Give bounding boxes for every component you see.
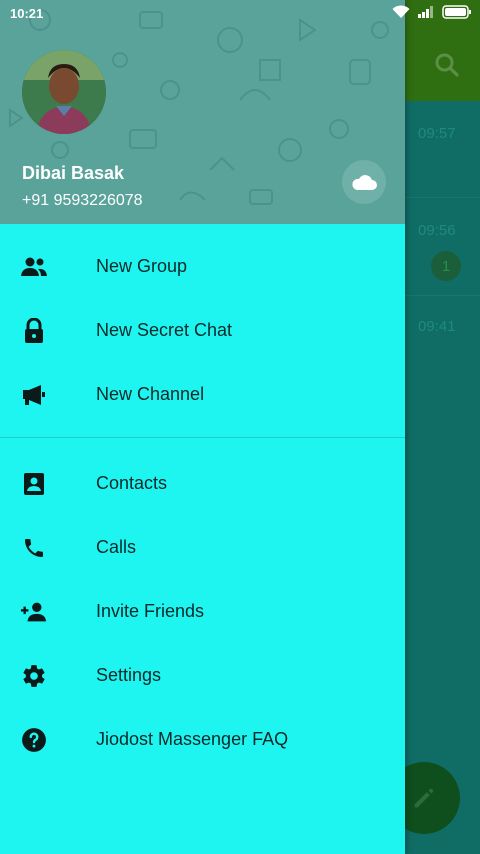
gear-icon — [20, 664, 48, 688]
status-bar: 10:21 — [0, 0, 480, 26]
navigation-drawer: Dibai Basak +91 9593226078 New Group New… — [0, 0, 405, 854]
menu-item-contacts[interactable]: Contacts — [0, 452, 405, 516]
phone-icon — [20, 536, 48, 560]
user-name: Dibai Basak — [22, 163, 125, 183]
drawer-menu: New Group New Secret Chat New Channel Co… — [0, 235, 405, 772]
menu-item-label: Contacts — [96, 473, 168, 493]
add-person-icon — [20, 600, 48, 624]
contacts-icon — [20, 472, 48, 496]
search-icon[interactable] — [432, 50, 462, 80]
menu-item-label: New Secret Chat — [96, 320, 233, 340]
menu-item-calls[interactable]: Calls — [0, 516, 405, 580]
menu-item-label: New Channel — [96, 384, 205, 404]
chat-time: 09:57 — [418, 125, 456, 142]
menu-item-new-group[interactable]: New Group — [0, 235, 405, 299]
signal-icon — [418, 6, 434, 21]
status-time: 10:21 — [10, 6, 44, 21]
menu-item-label: New Group — [96, 256, 188, 276]
group-icon — [20, 255, 48, 279]
megaphone-icon — [20, 383, 48, 407]
chat-time: 09:56 — [418, 222, 456, 239]
menu-item-new-channel[interactable]: New Channel — [0, 363, 405, 427]
chat-time: 09:41 — [418, 318, 456, 335]
drawer-header: Dibai Basak +91 9593226078 — [0, 0, 405, 224]
user-phone: +91 9593226078 — [22, 192, 143, 209]
menu-item-label: Invite Friends — [96, 601, 205, 621]
menu-item-label: Calls — [96, 537, 137, 557]
saved-messages-button[interactable] — [342, 160, 386, 204]
menu-divider — [0, 437, 405, 438]
wifi-icon — [392, 5, 410, 22]
help-icon — [20, 728, 48, 752]
unread-badge: 1 — [431, 251, 461, 281]
menu-item-new-secret-chat[interactable]: New Secret Chat — [0, 299, 405, 363]
chat-divider — [405, 295, 480, 296]
lock-icon — [20, 318, 48, 343]
menu-item-label: Jiodost Massenger FAQ — [96, 729, 289, 749]
battery-icon — [442, 5, 472, 22]
menu-item-invite-friends[interactable]: Invite Friends — [0, 580, 405, 644]
menu-item-faq[interactable]: Jiodost Massenger FAQ — [0, 708, 405, 772]
chat-divider — [405, 197, 480, 198]
menu-item-label: Settings — [96, 665, 162, 685]
pencil-icon — [414, 788, 434, 808]
cloud-icon — [352, 175, 377, 190]
avatar[interactable] — [22, 50, 106, 134]
menu-item-settings[interactable]: Settings — [0, 644, 405, 708]
